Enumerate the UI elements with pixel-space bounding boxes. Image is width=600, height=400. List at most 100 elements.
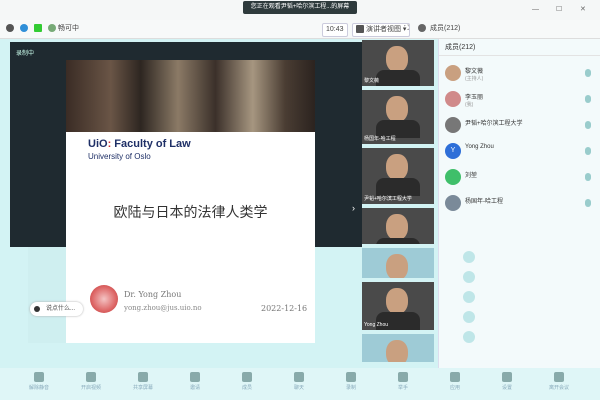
title-bar: 您正在观看尹韬+哈尔滨工程...的屏幕 — ☐ ✕ [0,0,600,21]
chat-input[interactable]: 说点什么... [30,302,84,316]
raise-hand-button[interactable]: 举手 [386,372,420,391]
layout-switch-button[interactable]: 演讲者视图 ▾ [352,23,411,37]
mic-icon[interactable] [585,199,591,207]
camera-button[interactable]: 开启视频 [74,372,108,391]
network-status-icon [48,24,56,33]
slide-margin [28,247,66,343]
mic-icon [34,372,44,382]
shield-icon[interactable] [20,23,28,35]
video-thumbnail[interactable]: 黎文薇 [362,40,434,86]
participant-row[interactable]: 杨国年-哈工程 [439,193,600,215]
fullscreen-icon[interactable]: ⛶ [404,23,409,35]
screen-share-button[interactable]: 共享屏幕 [126,372,160,391]
video-thumbnail[interactable]: 杨国年-哈工程 [362,90,434,144]
info-icon[interactable] [6,23,14,35]
screen-share-icon [138,372,148,382]
avatar-placeholder-icon [463,311,475,323]
video-thumbnail[interactable] [362,248,434,278]
thumbnail-caption: 杨国年-哈工程 [364,136,396,142]
university-seal-icon [90,285,118,313]
participant-face [386,214,408,240]
participant-row[interactable]: Y Yong Zhou [439,141,600,163]
mic-button[interactable]: 解除静音 [22,372,56,391]
mic-icon[interactable] [585,173,591,181]
mic-icon[interactable] [585,95,591,103]
mic-icon[interactable] [585,147,591,155]
participants-panel: 成员(212) 黎文薇 (主持人) 李玉丽 (我) 尹韬+哈尔滨工程大学 Y Yong Zh… [438,39,600,400]
slide-faculty: Faculty of Law [114,138,191,150]
avatar [445,65,461,81]
participant-name: 刘堃 [465,173,478,179]
presentation-slide: UiO: Faculty of Law University of Oslo 欧… [66,60,315,247]
record-icon [346,372,356,382]
participant-face [386,46,408,72]
control-label: 应用 [449,385,460,391]
participant-name: Yong Zhou [465,144,494,150]
members-button[interactable]: 成员 [230,372,264,391]
participant-name: 黎文薇 [465,69,484,75]
record-button[interactable]: 录制 [334,372,368,391]
video-thumbnail[interactable] [362,334,434,362]
control-label: 录制 [345,385,356,391]
control-label: 聊天 [293,385,304,391]
apps-button[interactable]: 应用 [438,372,472,391]
slide-date: 2022-12-16 [261,304,308,313]
thumbnail-caption: Yong Zhou [364,322,389,328]
participant-role: (主持人) [465,76,484,82]
chat-placeholder: 说点什么... [46,306,76,312]
video-thumbnail[interactable]: 尹韬+哈尔滨工程大学 [362,148,434,204]
participant-row[interactable]: 刘堃 [439,167,600,189]
signal-icon [34,23,42,35]
participant-face [386,254,408,278]
network-status-label: 畅可中 [57,25,79,32]
minimize-button[interactable]: — [532,5,539,15]
invite-button[interactable]: 邀请 [178,372,212,391]
presentation-slide-lower: Dr. Yong Zhou yong.zhou@jus.uio.no 2022-… [66,247,315,343]
camera-icon [86,372,96,382]
chat-avatar-icon [34,306,40,312]
maximize-button[interactable]: ☐ [556,5,562,15]
leave-button[interactable]: 离开会议 [542,372,576,391]
avatar [445,169,461,185]
avatar: Y [445,143,461,159]
participant-name: 杨国年-哈工程 [465,199,503,205]
members-icon [242,372,252,382]
layout-grid-icon [356,25,364,34]
chat-button[interactable]: 聊天 [282,372,316,391]
close-button[interactable]: ✕ [580,5,586,15]
participant-row[interactable]: 尹韬+哈尔滨工程大学 [439,115,600,137]
window-title: 您正在观看尹韬+哈尔滨工程...的屏幕 [243,1,357,14]
control-label: 成员 [241,385,252,391]
participant-row[interactable]: 李玉丽 (我) [439,89,600,111]
thumbnail-next-button[interactable]: › [352,203,355,213]
mic-icon[interactable] [585,69,591,77]
slide-university: University of Oslo [88,152,151,161]
avatar-placeholder-icon [463,271,475,283]
participant-row[interactable]: 黎文薇 (主持人) [439,63,600,85]
members-icon[interactable] [418,23,426,35]
control-label: 举手 [397,385,408,391]
apps-icon [450,372,460,382]
video-thumbnail[interactable]: Yong Zhou [362,282,434,330]
control-label: 共享屏幕 [132,385,153,391]
participant-face [386,154,408,180]
mic-icon[interactable] [585,121,591,129]
participants-title: 成员(212) [445,44,476,51]
slide-presenter-email: yong.zhou@jus.uio.no [124,304,202,312]
layout-label: 演讲者视图 [365,26,401,33]
slide-logo-dots: : [107,138,112,150]
control-label: 开启视频 [80,385,101,391]
chat-icon [294,372,304,382]
members-count-label[interactable]: 成员(212) [430,23,460,35]
avatar [445,195,461,211]
participant-name: 尹韬+哈尔滨工程大学 [465,121,523,127]
participant-body [376,178,420,196]
avatar [445,117,461,133]
settings-icon [502,372,512,382]
video-thumbnail[interactable] [362,208,434,244]
participant-role: (我) [465,102,474,108]
clock: 10:43 [322,23,348,37]
settings-button[interactable]: 设置 [490,372,524,391]
leave-icon [554,372,564,382]
participant-body [376,70,420,86]
